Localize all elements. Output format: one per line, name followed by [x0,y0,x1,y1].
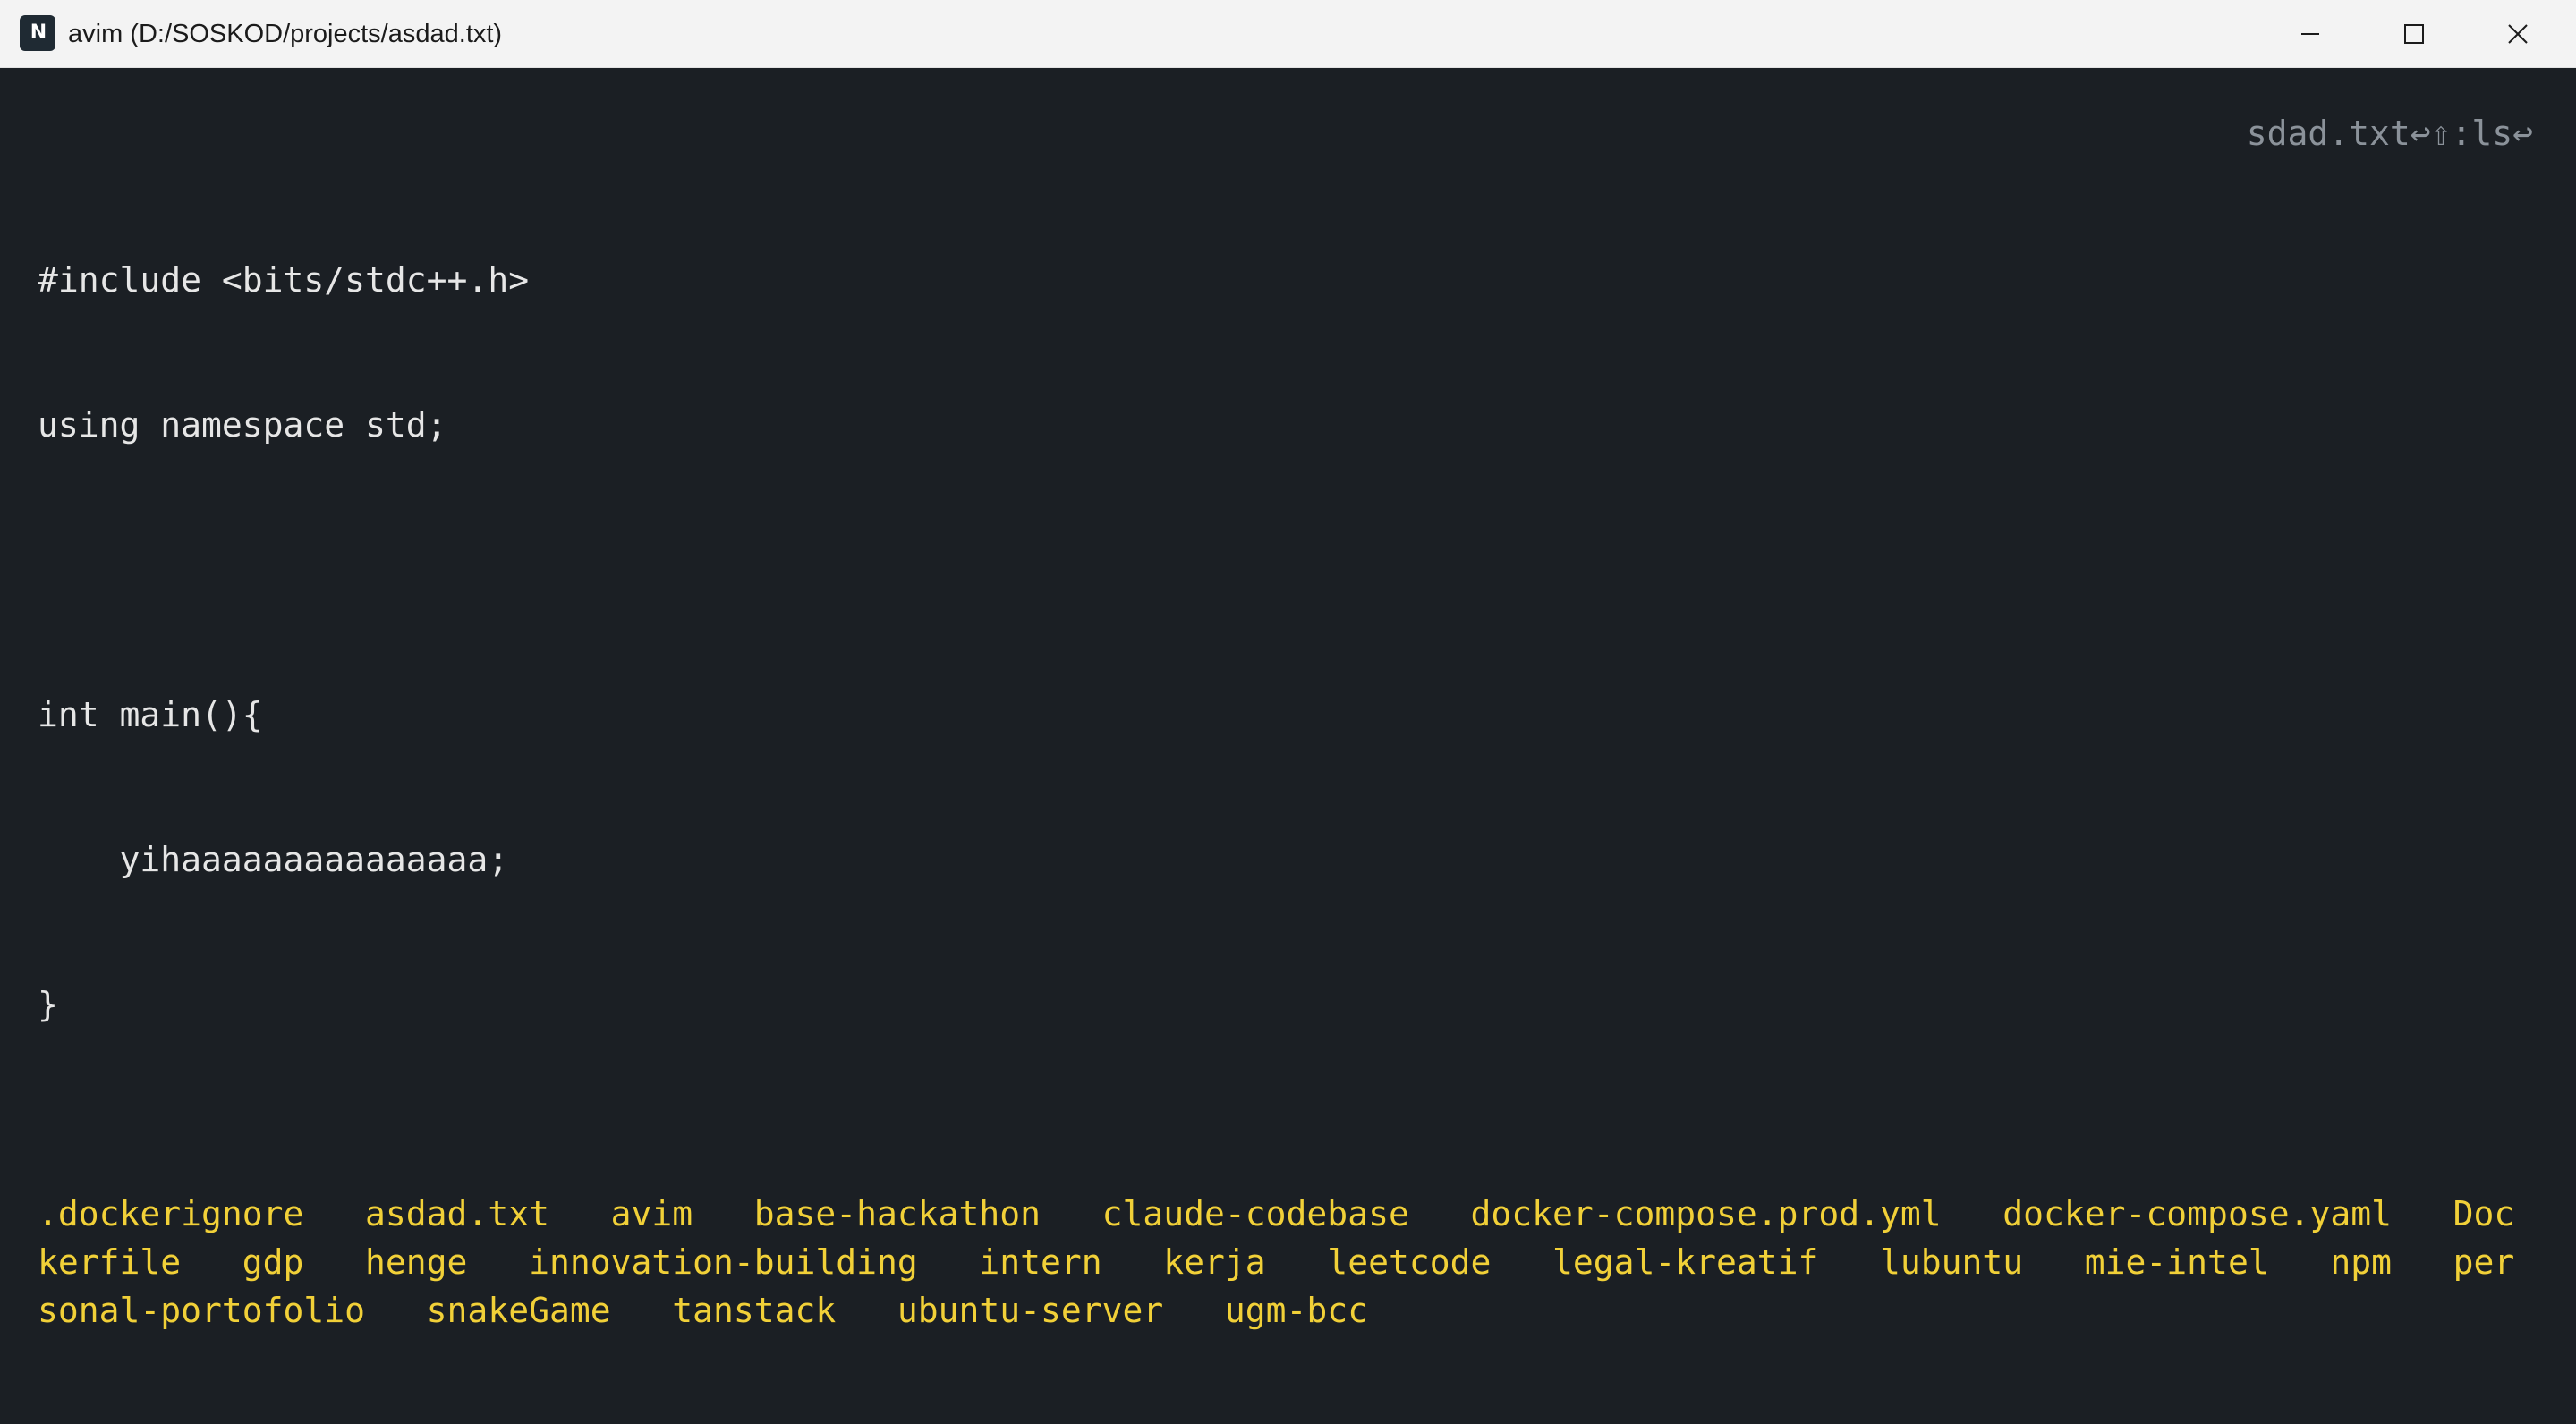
code-line: using namespace std; [38,405,447,445]
code-line: yihaaaaaaaaaaaaaaa; [38,840,509,879]
maximize-button[interactable] [2362,0,2466,68]
minimize-button[interactable] [2258,0,2362,68]
neovim-window: N avim (D:/SOSKOD/projects/asdad.txt) sd… [0,0,2576,1424]
editor-area[interactable]: sdad.txt↩⇧:ls↩ #include <bits/stdc++.h> … [0,68,2576,1424]
listing-line: sonal-portofolio snakeGame tanstack ubun… [38,1291,1369,1330]
close-button[interactable] [2466,0,2570,68]
title-bar[interactable]: N avim (D:/SOSKOD/projects/asdad.txt) [0,0,2576,68]
close-icon [2508,24,2528,44]
showcmd-indicator: sdad.txt↩⇧:ls↩ [2246,114,2533,153]
neovim-icon: N [20,15,55,51]
listing-line: kerfile gdp henge innovation-building in… [38,1242,2515,1282]
listing-line: .dockerignore asdad.txt avim base-hackat… [38,1194,2515,1233]
code-line: #include <bits/stdc++.h> [38,260,530,300]
window-title: avim (D:/SOSKOD/projects/asdad.txt) [68,20,503,48]
code-buffer[interactable]: #include <bits/stdc++.h> using namespace… [38,159,529,1125]
code-line: int main(){ [38,695,263,734]
code-line: } [38,985,58,1024]
directory-listing: .dockerignore asdad.txt avim base-hackat… [38,1190,2534,1335]
minimize-icon [2301,33,2319,35]
maximize-icon [2404,24,2424,44]
